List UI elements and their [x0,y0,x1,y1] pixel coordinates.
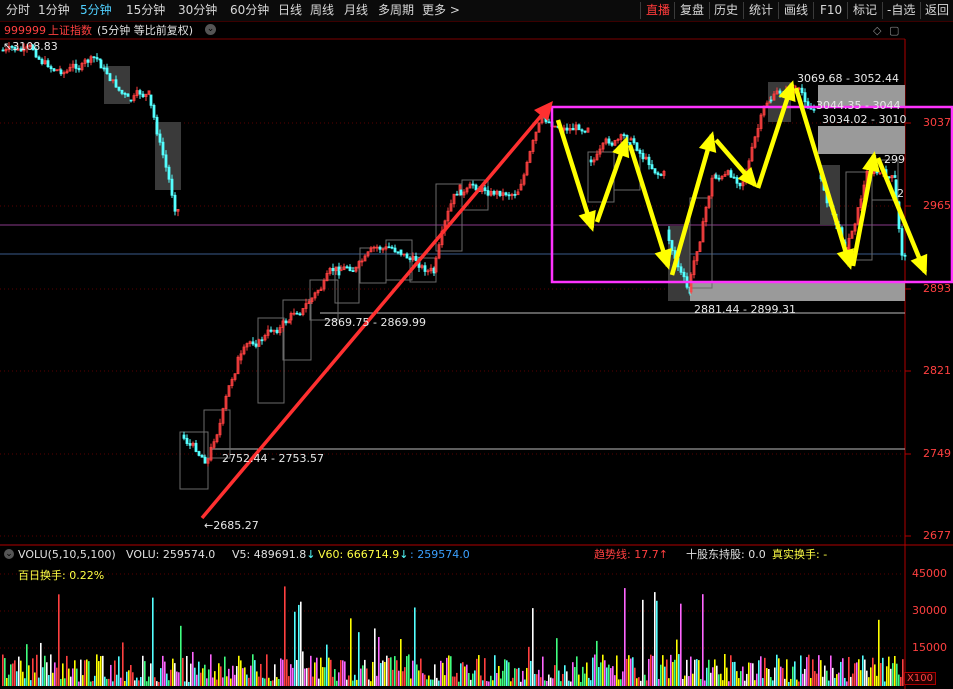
price-axis-2821: 2821 [923,364,951,377]
vol-axis-45000: 45000 [912,567,947,580]
trend-line-value: 趋势线: 17.7↑ [594,546,668,563]
zone-label-2752: 2752.44 - 2753.57 [222,452,324,465]
price-axis-2677: 2677 [923,529,951,542]
low-value: 2685.27 [213,519,259,532]
indicator-name[interactable]: VOLU(5,10,5,100) [18,546,116,563]
vol-axis-30000: 30000 [912,604,947,617]
zone-label-3044: 3044.35 - 3044 [816,99,901,112]
v60-value: V60: 666714.9↓ [318,546,408,563]
v60-text: V60: 666714.9 [318,548,400,561]
price-axis-3037: 3037 [923,116,951,129]
indicator-menu-icon[interactable]: ⌄ [4,549,14,559]
zone-label-2881: 2881.44 - 2899.31 [694,303,796,316]
price-axis-2893: 2893 [923,282,951,295]
volu-value: VOLU: 259574.0 [126,548,216,561]
volume-header: ⌄ VOLU(5,10,5,100) VOLU: 259574.0 V5: 48… [0,546,905,563]
zone-label-3069: 3069.68 - 3052.44 [797,72,899,85]
real-turnover: 真实换手: - [772,548,828,561]
trend-text: 趋势线: 17.7 [594,548,659,561]
kline-chart[interactable] [0,0,953,689]
high-marker: ↖3108.83 [3,40,58,53]
v5-text: V5: 489691.8 [232,548,307,561]
top10-holders: 十股东持股: 0.0 [686,548,766,561]
right-label-299: 299 [884,153,905,166]
v5-value: V5: 489691.8↓ [232,546,315,563]
high-value: 3108.83 [12,40,58,53]
volume-unit-badge: X100 [904,672,936,685]
volume-bars [2,586,904,686]
zone-label-2869: 2869.75 - 2869.99 [324,316,426,329]
price-zones [104,66,905,490]
right-label-2: 2 [897,187,904,200]
vol-axis-15000: 15000 [912,641,947,654]
price-axis-2749: 2749 [923,447,951,460]
last-volume: : 259574.0 [410,548,470,561]
down-arrow-icon: ↓ [306,548,316,561]
down-arrow-icon: ↓ [399,548,409,561]
hundred-day-turnover: 百日换手: 0.22% [18,569,105,582]
price-axis-2965: 2965 [923,199,951,212]
zone-label-3034: 3034.02 - 3010 [822,113,907,126]
up-arrow-icon: ↑ [658,548,668,561]
low-marker: ←2685.27 [204,519,259,532]
